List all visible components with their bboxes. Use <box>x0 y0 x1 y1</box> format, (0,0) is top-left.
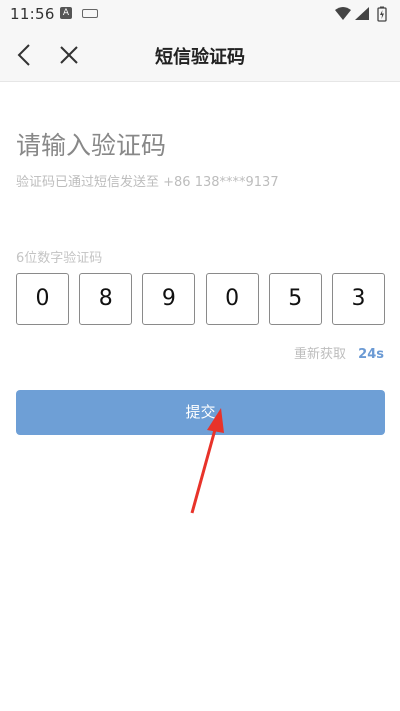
nav-bar: 短信验证码 <box>0 28 400 82</box>
battery-icon <box>377 6 387 22</box>
wifi-icon <box>335 7 351 20</box>
resend-row: 重新获取 24s <box>294 343 384 362</box>
resend-button[interactable]: 重新获取 <box>294 347 346 362</box>
code-digit-5[interactable]: 5 <box>268 273 322 325</box>
accessibility-a-icon: A <box>60 7 72 19</box>
verification-heading: 请输入验证码 <box>16 131 167 160</box>
status-bar: 11:56 A <box>0 0 400 28</box>
code-digit-3[interactable]: 9 <box>142 273 196 325</box>
code-input-group: 0 8 9 0 5 3 <box>16 273 385 325</box>
page-title: 短信验证码 <box>155 47 245 68</box>
code-field-label: 6位数字验证码 <box>16 251 103 266</box>
code-digit-1[interactable]: 0 <box>16 273 69 325</box>
sms-sent-notice: 验证码已通过短信发送至 +86 138****9137 <box>16 175 279 190</box>
resend-countdown: 24s <box>358 347 384 362</box>
status-time: 11:56 <box>10 5 55 23</box>
keyboard-icon <box>82 9 98 18</box>
code-digit-2[interactable]: 8 <box>79 273 133 325</box>
status-icons <box>334 6 390 22</box>
signal-icon <box>355 7 369 20</box>
code-digit-6[interactable]: 3 <box>331 273 385 325</box>
code-digit-4[interactable]: 0 <box>205 273 259 325</box>
submit-button[interactable]: 提交 <box>16 390 385 435</box>
